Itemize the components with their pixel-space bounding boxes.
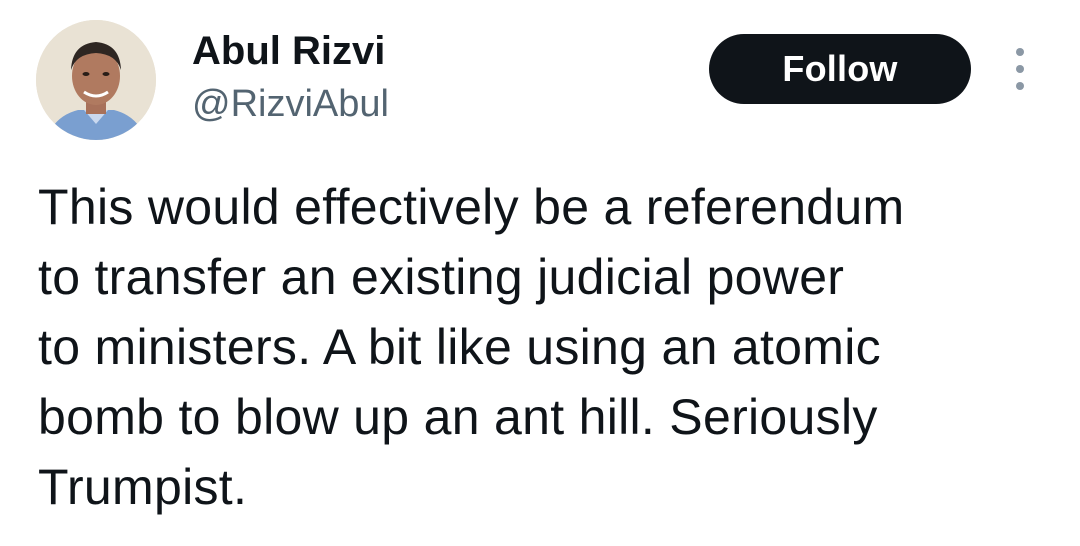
tweet-text: This would effectively be a referendum t… bbox=[38, 172, 1048, 522]
more-vertical-icon bbox=[1016, 48, 1024, 56]
tweet-text-line: to ministers. A bit like using an atomic bbox=[38, 319, 881, 375]
tweet-text-line: to transfer an existing judicial power bbox=[38, 249, 845, 305]
tweet-card: Abul Rizvi @RizviAbul Follow This would … bbox=[0, 0, 1080, 546]
tweet-text-line: bomb to blow up an ant hill. Seriously bbox=[38, 389, 878, 445]
follow-button[interactable]: Follow bbox=[709, 34, 971, 104]
display-name[interactable]: Abul Rizvi bbox=[192, 28, 385, 74]
avatar[interactable] bbox=[36, 20, 156, 140]
tweet-text-line: This would effectively be a referendum bbox=[38, 179, 905, 235]
more-vertical-icon-dot bbox=[1016, 65, 1024, 73]
profile-photo-icon bbox=[36, 20, 156, 140]
user-handle[interactable]: @RizviAbul bbox=[192, 82, 389, 126]
more-options-button[interactable] bbox=[1006, 48, 1034, 90]
tweet-text-line: Trumpist. bbox=[38, 459, 248, 515]
more-vertical-icon-dot bbox=[1016, 82, 1024, 90]
